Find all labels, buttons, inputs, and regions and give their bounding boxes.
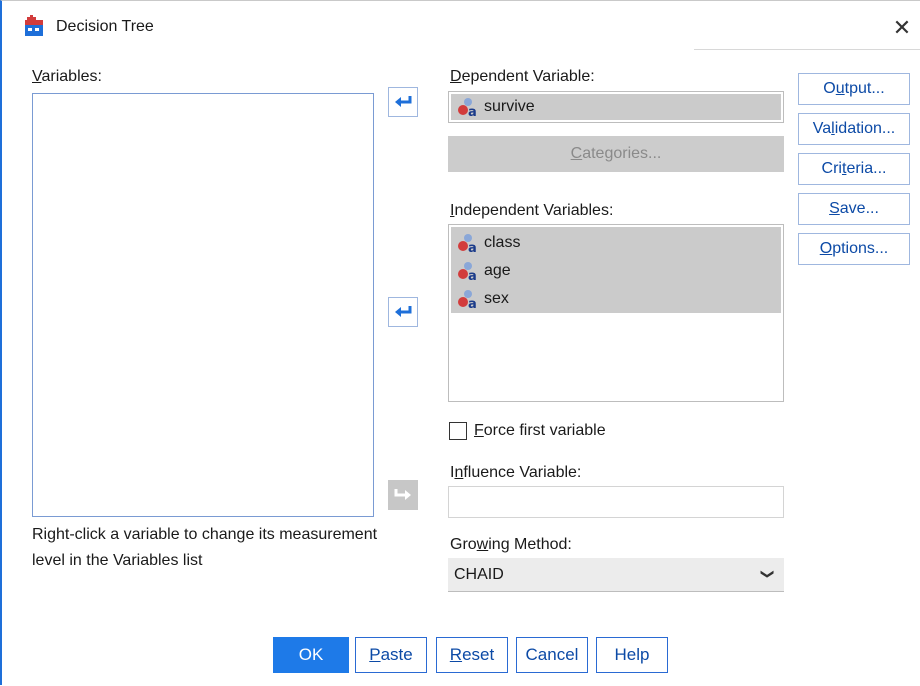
dependent-variable-label: Dependent Variable: xyxy=(450,68,595,85)
independent-variables-listbox[interactable]: a class a age a sex xyxy=(448,224,784,402)
validation-button[interactable]: Va l idation... xyxy=(798,113,910,145)
dependent-variable-field[interactable]: a survive xyxy=(448,91,784,123)
dependent-variable-item[interactable]: a survive xyxy=(451,94,781,120)
move-to-influence-button[interactable] xyxy=(388,480,418,510)
nominal-variable-icon: a xyxy=(458,262,477,281)
move-arrow-icon xyxy=(395,306,412,317)
decision-tree-app-icon xyxy=(25,15,43,36)
ok-button[interactable]: OK xyxy=(273,637,349,673)
move-to-dependent-button[interactable] xyxy=(388,87,418,117)
title-divider xyxy=(694,49,920,50)
independent-variables-selection: a class a age a sex xyxy=(451,227,781,313)
svg-text:a: a xyxy=(468,241,477,253)
influence-variable-label: Influence Variable: xyxy=(450,464,582,481)
variable-name: age xyxy=(484,262,511,279)
cancel-button[interactable]: Cancel xyxy=(516,637,588,673)
list-item[interactable]: a class xyxy=(451,229,781,257)
output-button[interactable]: Ou tput... xyxy=(798,73,910,105)
variable-name: sex xyxy=(484,290,509,307)
list-item[interactable]: a age xyxy=(451,257,781,285)
nominal-variable-icon: a xyxy=(458,290,477,309)
growing-method-label: Growing Method: xyxy=(450,536,572,553)
close-icon[interactable]: ✕ xyxy=(888,14,916,42)
categories-button[interactable]: Categories... xyxy=(448,136,784,172)
reset-button[interactable]: Reset xyxy=(436,637,508,673)
svg-text:a: a xyxy=(468,269,477,281)
move-to-independent-button[interactable] xyxy=(388,297,418,327)
title-bar: Decision Tree ✕ xyxy=(0,0,920,56)
window-title: Decision Tree xyxy=(56,18,154,35)
paste-button[interactable]: Paste xyxy=(355,637,427,673)
criteria-button[interactable]: Cri t eria... xyxy=(798,153,910,185)
svg-text:a: a xyxy=(468,297,477,309)
options-button[interactable]: Options... xyxy=(798,233,910,265)
variables-label: Variables: xyxy=(32,68,102,85)
move-arrow-icon xyxy=(395,96,412,107)
nominal-variable-icon: a xyxy=(458,234,477,253)
growing-method-select[interactable]: CHAID ❮ xyxy=(448,558,784,592)
force-first-variable-checkbox[interactable] xyxy=(449,422,467,440)
variables-listbox[interactable] xyxy=(32,93,374,517)
nominal-variable-icon: a xyxy=(458,98,477,117)
variables-hint: Right-click a variable to change its mea… xyxy=(32,526,378,569)
chevron-down-icon: ❮ xyxy=(758,568,774,580)
move-arrow-icon xyxy=(394,489,411,500)
variable-name: class xyxy=(484,234,521,251)
force-first-variable-label[interactable]: Force first variable xyxy=(474,422,606,440)
independent-variables-label: Independent Variables: xyxy=(450,202,614,219)
list-item[interactable]: a sex xyxy=(451,285,781,313)
growing-method-value: CHAID xyxy=(454,565,504,583)
svg-text:a: a xyxy=(468,105,477,117)
influence-variable-field[interactable] xyxy=(448,486,784,518)
help-button[interactable]: Help xyxy=(596,637,668,673)
save-button[interactable]: Save... xyxy=(798,193,910,225)
dependent-variable-name: survive xyxy=(484,98,535,115)
